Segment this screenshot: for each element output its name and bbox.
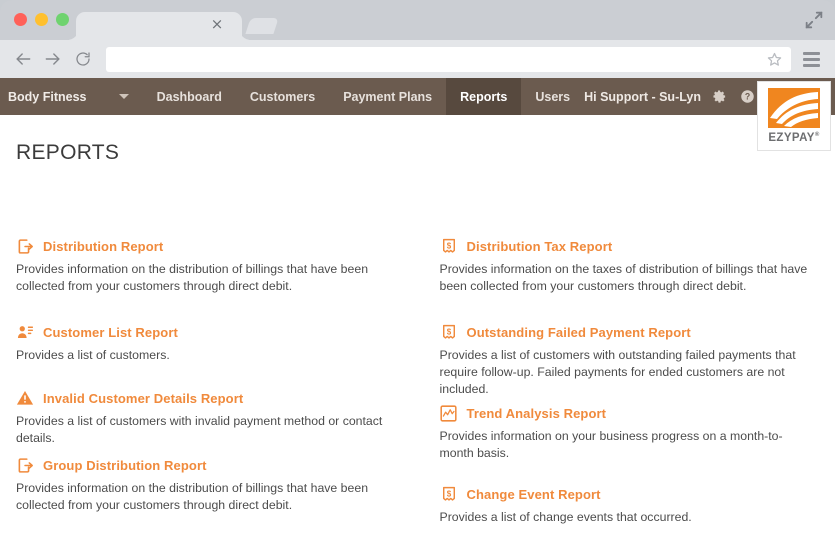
browser-titlebar: × — [0, 0, 835, 40]
nav-item-label: Dashboard — [156, 89, 222, 104]
window-controls — [14, 13, 69, 26]
forward-icon[interactable] — [38, 44, 68, 74]
report-header: Customer List Report — [16, 323, 418, 341]
report-header: Invalid Customer Details Report — [16, 389, 418, 407]
report-title[interactable]: Group Distribution Report — [43, 458, 207, 473]
back-icon[interactable] — [8, 44, 38, 74]
report-description: Provides information on your business pr… — [439, 429, 783, 460]
reload-icon[interactable] — [68, 44, 98, 74]
brand-label: Body Fitness — [8, 89, 87, 104]
app-navbar: Body Fitness Dashboard Customers Payment… — [0, 78, 835, 151]
report-description: Provides a list of customers. — [16, 348, 170, 362]
ezypay-logo[interactable]: EZYPAY® — [757, 81, 831, 151]
hamburger-line — [802, 57, 820, 61]
dollar-receipt-icon: $ — [440, 237, 458, 255]
report-card-invalid-customer-details-report[interactable]: Invalid Customer Details Report Provides… — [16, 389, 418, 447]
user-greeting[interactable]: Hi Support - Su-Lyn — [584, 90, 701, 104]
nav-item-label: Payment Plans — [343, 89, 433, 104]
minimize-window-button[interactable] — [35, 13, 48, 26]
report-description: Provides a list of change events that oc… — [439, 510, 692, 524]
chart-trend-icon — [440, 404, 458, 422]
browser-window: × Body Fitness Dashboard Customers Payme… — [0, 0, 835, 535]
report-description: Provides a list of customers with invali… — [16, 414, 383, 445]
chevron-down-icon[interactable] — [118, 94, 129, 99]
bookmark-star-icon[interactable] — [766, 51, 783, 68]
logo-wordmark: EZYPAY® — [768, 132, 819, 144]
svg-text:$: $ — [446, 327, 451, 336]
svg-text:?: ? — [744, 92, 749, 102]
report-title[interactable]: Invalid Customer Details Report — [43, 391, 243, 406]
hamburger-line — [802, 63, 820, 67]
report-header: Group Distribution Report — [16, 456, 418, 474]
logo-mark-icon — [768, 88, 820, 128]
customer-list-icon — [16, 323, 34, 341]
report-header: Trend Analysis Report — [440, 404, 835, 422]
document-export-icon — [16, 237, 34, 255]
nav-item-users[interactable]: Users — [521, 78, 584, 115]
report-card-distribution-tax-report[interactable]: $ Distribution Tax Report Provides infor… — [440, 237, 835, 295]
dollar-receipt-icon: $ — [440, 323, 458, 341]
hamburger-line — [802, 51, 820, 55]
report-header: $ Change Event Report — [440, 485, 835, 503]
report-description: Provides information on the distribution… — [16, 262, 369, 293]
logo-word-text: EZYPAY — [768, 132, 815, 144]
application-viewport: Body Fitness Dashboard Customers Payment… — [0, 78, 835, 535]
page-title: REPORTS — [16, 141, 120, 164]
report-card-change-event-report[interactable]: $ Change Event Report Provides a list of… — [440, 485, 835, 526]
report-title[interactable]: Distribution Tax Report — [467, 239, 613, 254]
nav-item-payment-plans[interactable]: Payment Plans — [329, 78, 446, 115]
report-description: Provides a list of customers with outsta… — [439, 348, 796, 396]
nav-item-label: Reports — [460, 89, 508, 104]
report-title[interactable]: Distribution Report — [43, 239, 163, 254]
report-card-distribution-report[interactable]: Distribution Report Provides information… — [16, 237, 418, 295]
nav-item-customers[interactable]: Customers — [236, 78, 329, 115]
help-icon[interactable]: ? — [737, 87, 757, 107]
document-export-icon — [16, 456, 34, 474]
expand-icon[interactable] — [803, 9, 825, 31]
report-title[interactable]: Customer List Report — [43, 325, 178, 340]
report-card-group-distribution-report[interactable]: Group Distribution Report Provides infor… — [16, 456, 418, 514]
report-card-outstanding-failed-payment-report[interactable]: $ Outstanding Failed Payment Report Prov… — [440, 323, 835, 398]
new-tab-button[interactable] — [245, 18, 279, 34]
browser-tab[interactable]: × — [76, 12, 242, 40]
report-description: Provides information on the taxes of dis… — [439, 262, 808, 293]
warning-triangle-icon — [16, 389, 34, 407]
dollar-receipt-icon: $ — [440, 485, 458, 503]
svg-text:$: $ — [446, 489, 451, 498]
nav-item-dashboard[interactable]: Dashboard — [143, 78, 236, 115]
browser-toolbar — [0, 40, 835, 78]
gear-icon[interactable] — [709, 87, 729, 107]
logo-registered-mark: ® — [814, 132, 820, 139]
report-description: Provides information on the distribution… — [16, 481, 369, 512]
report-header: Distribution Report — [16, 237, 418, 255]
report-title[interactable]: Trend Analysis Report — [467, 406, 607, 421]
report-title[interactable]: Outstanding Failed Payment Report — [467, 325, 691, 340]
report-card-customer-list-report[interactable]: Customer List Report Provides a list of … — [16, 323, 418, 364]
address-bar[interactable] — [106, 46, 791, 72]
nav-item-reports[interactable]: Reports — [446, 78, 522, 115]
close-icon[interactable]: × — [210, 17, 224, 32]
nav-item-label: Customers — [249, 89, 316, 104]
report-card-trend-analysis-report[interactable]: Trend Analysis Report Provides informati… — [440, 404, 835, 462]
report-title[interactable]: Change Event Report — [467, 487, 601, 502]
report-header: $ Distribution Tax Report — [440, 237, 835, 255]
brand-selector[interactable]: Body Fitness — [0, 78, 143, 115]
browser-menu-button[interactable] — [797, 44, 825, 74]
reports-page: REPORTS Distribution Report Provides inf… — [0, 115, 835, 535]
nav-item-label: Users — [535, 89, 571, 104]
svg-text:$: $ — [446, 241, 451, 250]
report-header: $ Outstanding Failed Payment Report — [440, 323, 835, 341]
close-window-button[interactable] — [14, 13, 27, 26]
